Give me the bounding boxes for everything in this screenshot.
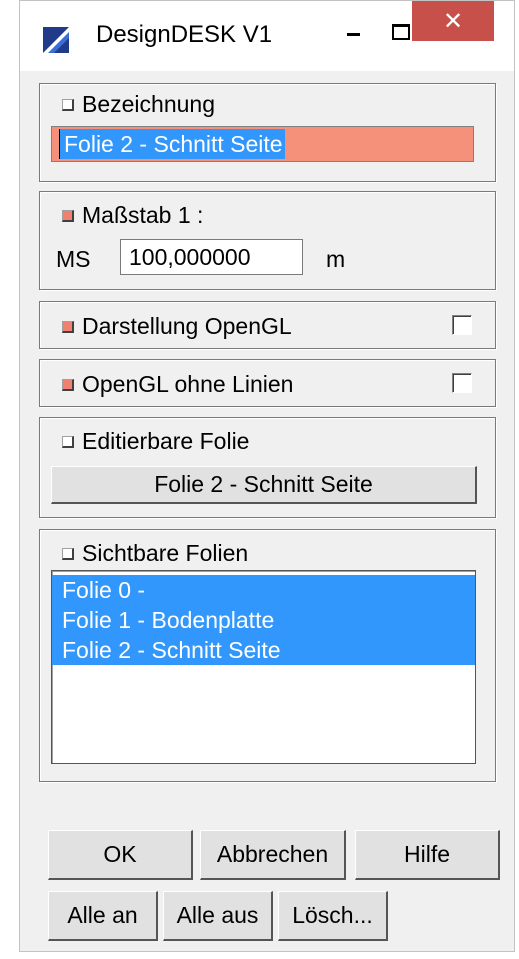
- status-indicator-icon: [62, 378, 74, 391]
- status-indicator-icon: [62, 209, 74, 222]
- scale-input[interactable]: 100,000000: [120, 239, 303, 275]
- opengl-group: Darstellung OpenGL: [39, 301, 496, 349]
- visible-layers-group: Sichtbare Folien Folie 0 - Folie 1 - Bod…: [39, 529, 496, 782]
- app-logo-icon: [43, 27, 69, 53]
- massstab-header: Maßstab 1 :: [62, 202, 203, 229]
- status-indicator-icon: [62, 435, 74, 448]
- bezeichnung-value: Folie 2 - Schnitt Seite: [59, 129, 285, 159]
- status-indicator-icon: [62, 320, 74, 333]
- editable-layer-button[interactable]: Folie 2 - Schnitt Seite: [51, 466, 477, 504]
- bezeichnung-label: Bezeichnung: [82, 91, 215, 117]
- opengl-checkbox[interactable]: [452, 315, 472, 335]
- maximize-icon: [392, 24, 410, 40]
- massstab-label: Maßstab 1 :: [82, 202, 204, 228]
- opengl-header: Darstellung OpenGL: [62, 313, 292, 340]
- editable-layer-header: Editierbare Folie: [62, 428, 249, 455]
- opengl-lines-label: OpenGL ohne Linien: [82, 371, 294, 397]
- massstab-group: Maßstab 1 : MS 100,000000 m: [39, 191, 496, 290]
- bezeichnung-input[interactable]: Folie 2 - Schnitt Seite: [51, 126, 474, 162]
- minimize-button[interactable]: [330, 15, 376, 53]
- cancel-button[interactable]: Abbrechen: [200, 830, 346, 880]
- all-off-button[interactable]: Alle aus: [163, 891, 273, 941]
- ok-button[interactable]: OK: [48, 830, 193, 880]
- list-item[interactable]: Folie 2 - Schnitt Seite: [52, 635, 475, 665]
- bezeichnung-group: Bezeichnung Folie 2 - Schnitt Seite: [39, 83, 496, 182]
- visible-layers-header: Sichtbare Folien: [62, 540, 248, 567]
- window-title: DesignDESK V1: [96, 21, 273, 48]
- close-icon: ✕: [442, 7, 464, 35]
- visible-layers-list[interactable]: Folie 0 - Folie 1 - Bodenplatte Folie 2 …: [51, 570, 476, 764]
- title-bar[interactable]: DesignDESK V1 ✕: [20, 1, 514, 71]
- minimize-icon: [346, 32, 360, 36]
- bezeichnung-header: Bezeichnung: [62, 91, 215, 118]
- ms-label: MS: [56, 246, 91, 272]
- list-item[interactable]: Folie 1 - Bodenplatte: [52, 605, 475, 635]
- list-item[interactable]: Folie 0 -: [52, 575, 475, 605]
- opengl-lines-checkbox[interactable]: [452, 373, 472, 393]
- opengl-lines-group: OpenGL ohne Linien: [39, 359, 496, 407]
- help-button[interactable]: Hilfe: [355, 830, 500, 880]
- opengl-label: Darstellung OpenGL: [82, 313, 292, 339]
- scale-unit: m: [326, 246, 346, 272]
- editable-layer-label: Editierbare Folie: [82, 428, 250, 454]
- opengl-lines-header: OpenGL ohne Linien: [62, 371, 293, 398]
- close-button[interactable]: ✕: [412, 1, 494, 41]
- delete-button[interactable]: Lösch...: [278, 891, 388, 941]
- all-on-button[interactable]: Alle an: [48, 891, 158, 941]
- visible-layers-label: Sichtbare Folien: [82, 540, 249, 566]
- status-indicator-icon: [62, 547, 74, 560]
- status-indicator-icon: [62, 98, 74, 111]
- editable-layer-group: Editierbare Folie Folie 2 - Schnitt Seit…: [39, 417, 496, 518]
